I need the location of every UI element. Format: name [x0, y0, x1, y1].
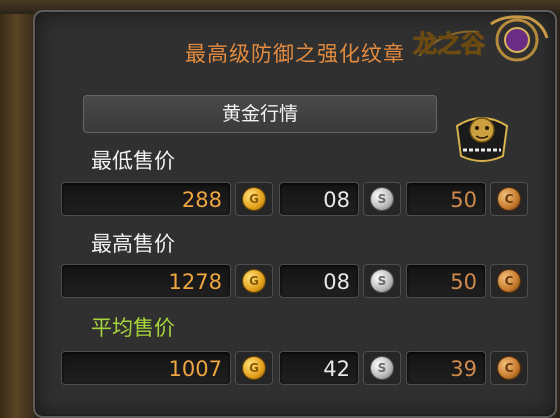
max-gold-value: 1278 — [61, 264, 231, 298]
copper-coin-slot: C — [490, 264, 528, 298]
gold-coin-slot: G — [235, 351, 273, 385]
gold-coin-icon: G — [243, 357, 265, 379]
copper-coin-slot: C — [490, 182, 528, 216]
max-copper-value: 50 — [406, 264, 486, 298]
min-copper-value: 50 — [406, 182, 486, 216]
min-gold-value: 288 — [61, 182, 231, 216]
lion-crest-icon — [455, 117, 509, 162]
silver-coin-slot: S — [363, 182, 401, 216]
silver-coin-icon: S — [371, 270, 393, 292]
gold-coin-icon: G — [243, 188, 265, 210]
min-silver-value: 08 — [279, 182, 359, 216]
silver-coin-icon: S — [371, 357, 393, 379]
market-header: 黄金行情 — [83, 95, 437, 133]
gold-coin-slot: G — [235, 182, 273, 216]
copper-coin-slot: C — [490, 351, 528, 385]
price-panel: 龙之谷 最高级防御之强化纹章 黄金行情 最低售价 288 G 08 S 50 C… — [33, 10, 557, 418]
silver-coin-icon: S — [371, 188, 393, 210]
avg-gold-value: 1007 — [61, 351, 231, 385]
copper-coin-icon: C — [498, 270, 520, 292]
copper-coin-icon: C — [498, 188, 520, 210]
avg-silver-value: 42 — [279, 351, 359, 385]
silver-coin-slot: S — [363, 351, 401, 385]
copper-coin-icon: C — [498, 357, 520, 379]
avg-copper-value: 39 — [406, 351, 486, 385]
gold-coin-slot: G — [235, 264, 273, 298]
silver-coin-slot: S — [363, 264, 401, 298]
min-price-label: 最低售价 — [91, 149, 175, 173]
panel-title: 最高级防御之强化纹章 — [185, 42, 405, 66]
gold-coin-icon: G — [243, 270, 265, 292]
max-price-label: 最高售价 — [91, 232, 175, 256]
max-silver-value: 08 — [279, 264, 359, 298]
average-price-label: 平均售价 — [91, 316, 175, 340]
